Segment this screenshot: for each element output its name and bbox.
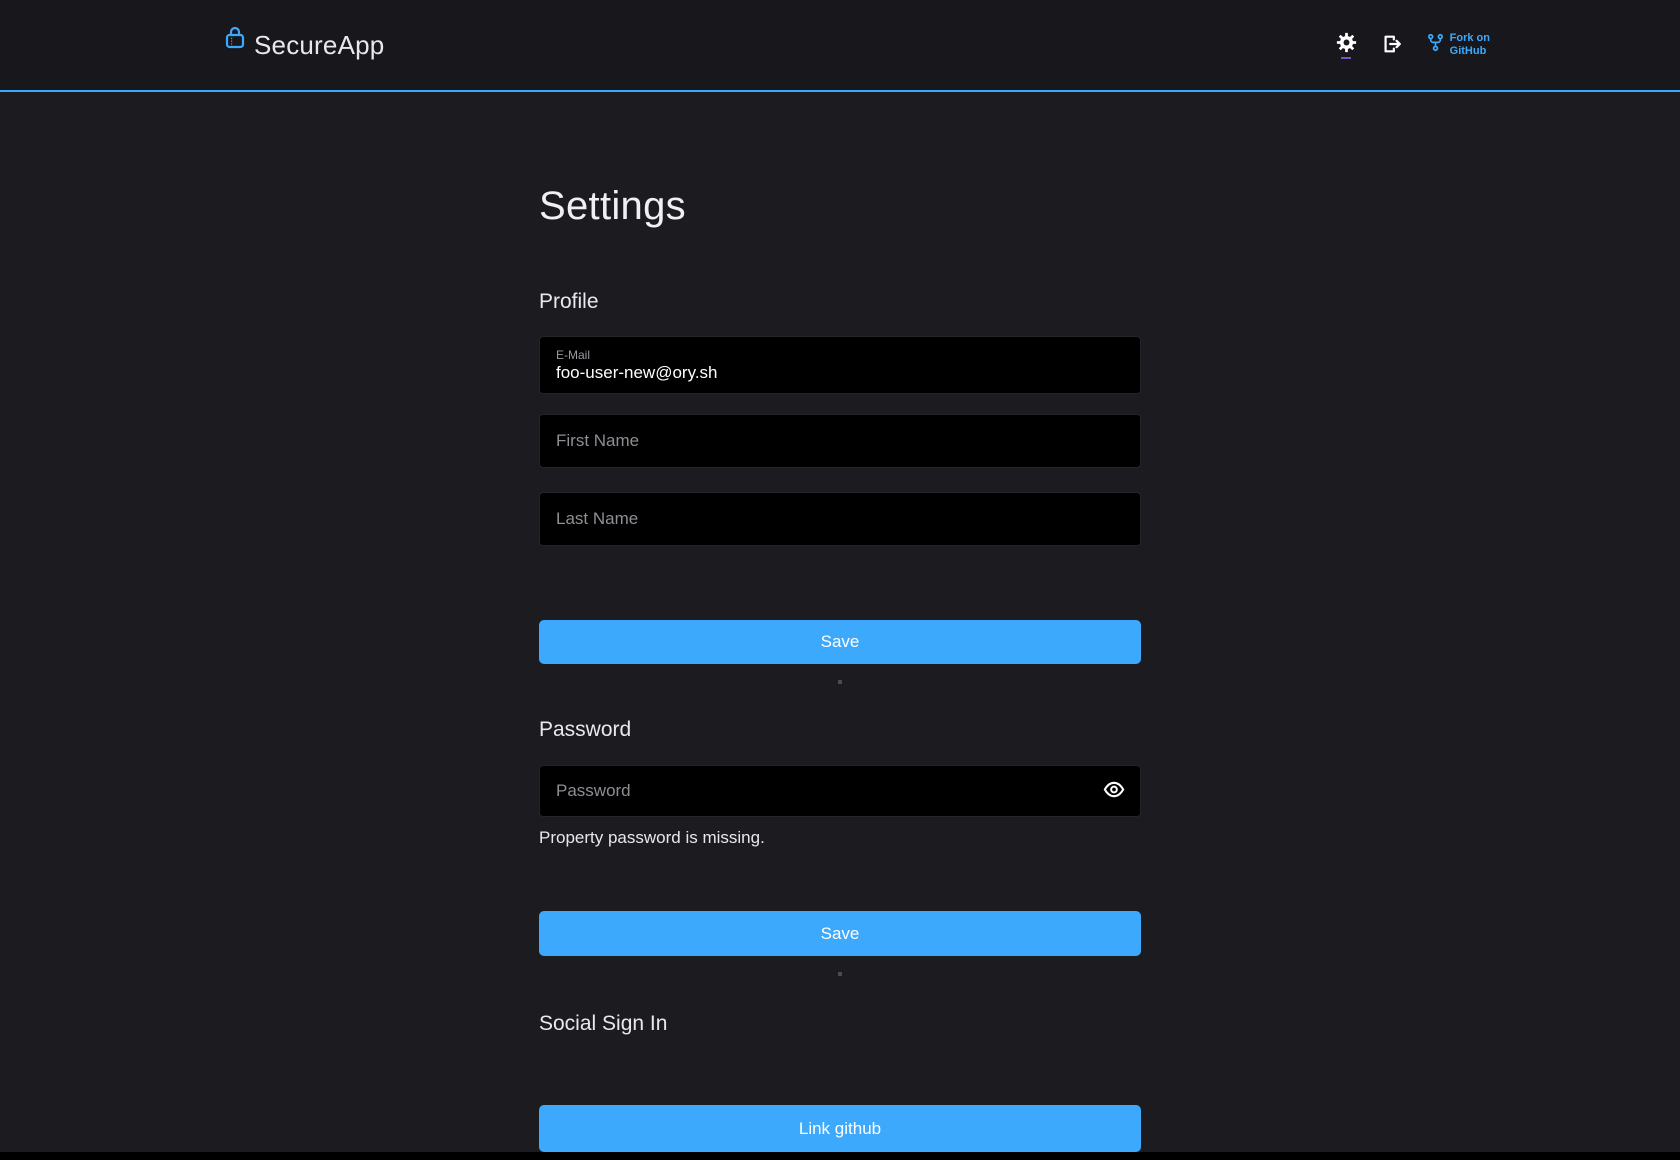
toggle-password-visibility-button[interactable] — [1101, 780, 1127, 803]
save-password-button[interactable]: Save — [539, 911, 1141, 956]
fork-link-line2: GitHub — [1450, 45, 1490, 58]
last-name-field[interactable] — [539, 492, 1141, 546]
first-name-field[interactable] — [539, 414, 1141, 468]
last-name-input[interactable] — [556, 509, 1124, 529]
git-fork-icon — [1427, 33, 1444, 57]
email-field[interactable]: E-Mail — [539, 336, 1141, 394]
fork-on-github-link[interactable]: Fork on GitHub — [1427, 32, 1490, 58]
brand[interactable]: SecureApp — [225, 30, 384, 61]
email-input[interactable] — [556, 363, 1124, 383]
first-name-input[interactable] — [556, 431, 1124, 451]
eye-icon — [1103, 782, 1125, 801]
password-error-message: Property password is missing. — [539, 827, 1141, 849]
fork-link-line1: Fork on — [1450, 32, 1490, 45]
settings-button[interactable] — [1336, 32, 1357, 59]
password-heading: Password — [539, 716, 1141, 744]
password-field[interactable] — [539, 765, 1141, 817]
fork-link-text: Fork on GitHub — [1450, 32, 1490, 58]
logout-icon — [1381, 33, 1403, 58]
password-input[interactable] — [556, 781, 1124, 801]
save-profile-button[interactable]: Save — [539, 620, 1141, 664]
section-separator-dot — [838, 972, 842, 976]
navbar: SecureApp — [0, 0, 1680, 92]
email-field-label: E-Mail — [556, 348, 1124, 363]
gear-icon — [1336, 32, 1357, 56]
bottom-strip — [0, 1152, 1680, 1160]
profile-heading: Profile — [539, 288, 1141, 316]
section-separator-dot — [838, 680, 842, 684]
settings-page: Settings Profile E-Mail Save Password — [0, 92, 1680, 1152]
gear-underline — [1341, 57, 1351, 59]
social-sign-in-heading: Social Sign In — [539, 1010, 1141, 1038]
navbar-actions: Fork on GitHub — [1336, 32, 1490, 59]
page-title: Settings — [539, 180, 1141, 232]
link-github-button[interactable]: Link github — [539, 1105, 1141, 1152]
brand-name: SecureApp — [254, 30, 384, 61]
logout-button[interactable] — [1381, 33, 1403, 58]
lock-icon — [225, 25, 245, 54]
